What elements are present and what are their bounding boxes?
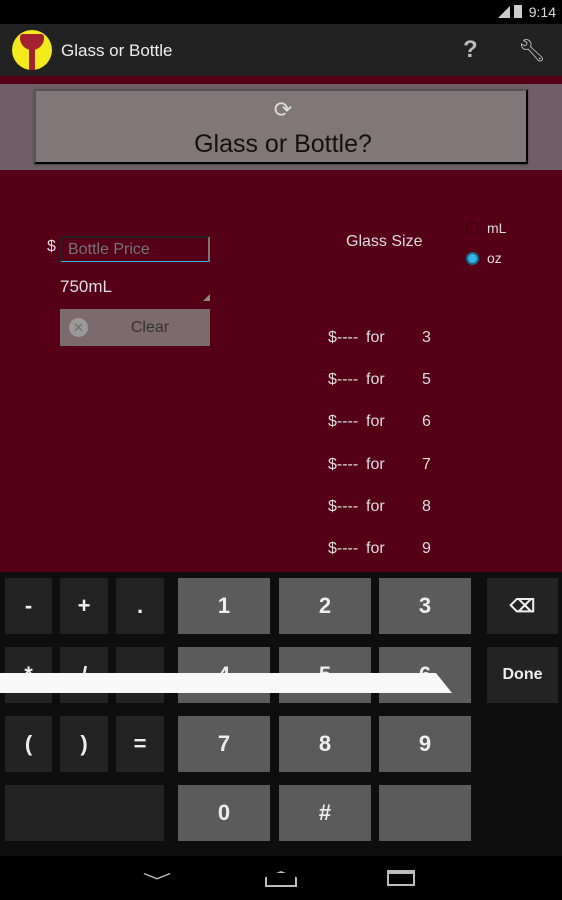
for-label: for bbox=[366, 413, 385, 431]
glass-price: $---- bbox=[328, 455, 359, 473]
keyboard-key[interactable]: . bbox=[116, 578, 164, 634]
glass-size: 7 bbox=[422, 455, 431, 473]
glass-size-label: Glass Size bbox=[346, 233, 423, 250]
clear-button[interactable]: ✕ Clear bbox=[60, 309, 210, 346]
main-button-title: Glass or Bottle? bbox=[194, 130, 372, 158]
keyboard-key[interactable]: ( bbox=[5, 716, 52, 772]
bottle-size-spinner[interactable]: 750mL bbox=[60, 277, 210, 301]
glass-price: $---- bbox=[328, 329, 359, 346]
radio-button bbox=[466, 221, 479, 235]
battery-icon bbox=[514, 5, 522, 18]
for-label: for bbox=[366, 497, 385, 515]
spinner-arrow-icon bbox=[203, 294, 210, 301]
app-logo-icon[interactable] bbox=[12, 30, 52, 70]
keyboard-key[interactable]: + bbox=[60, 578, 108, 634]
glass-size: 8 bbox=[422, 497, 431, 515]
action-bar: Glass or Bottle ? 🔧︎ bbox=[0, 24, 562, 76]
nav-bar: ﹀ bbox=[0, 856, 562, 900]
for-label: for bbox=[366, 371, 385, 389]
wrench-icon[interactable]: 🔧︎ bbox=[518, 38, 546, 64]
glass-size: 5 bbox=[422, 371, 431, 389]
glass-size: 3 bbox=[422, 329, 431, 346]
help-icon[interactable]: ? bbox=[463, 36, 478, 64]
clear-icon: ✕ bbox=[69, 318, 88, 337]
backspace-key[interactable]: ⌫ bbox=[487, 578, 558, 634]
keyboard-key[interactable]: # bbox=[279, 785, 371, 841]
keyboard-key[interactable]: - bbox=[5, 578, 52, 634]
keyboard-key[interactable] bbox=[379, 785, 471, 841]
glass-price: $---- bbox=[328, 497, 359, 515]
back-icon[interactable]: ﹀ bbox=[143, 868, 172, 894]
clock: 9:14 bbox=[528, 4, 556, 20]
for-label: for bbox=[366, 329, 385, 346]
radio-label: mL bbox=[487, 220, 507, 236]
for-label: for bbox=[366, 455, 385, 473]
for-label: for bbox=[366, 540, 385, 557]
app-title: Glass or Bottle bbox=[61, 41, 173, 60]
keyboard-key[interactable]: 0 bbox=[178, 785, 270, 841]
radio-ml[interactable]: mL bbox=[466, 220, 506, 236]
glass-size: 9 bbox=[422, 540, 431, 557]
keyboard-key[interactable]: 1 bbox=[178, 578, 270, 634]
radio-button bbox=[466, 251, 479, 265]
clear-label: Clear bbox=[130, 318, 170, 336]
glass-or-bottle-button[interactable]: ⟳ Glass or Bottle? bbox=[34, 89, 528, 164]
glass-size: 6 bbox=[422, 413, 431, 431]
keyboard-key[interactable]: 9 bbox=[379, 716, 471, 772]
radio-oz[interactable]: oz bbox=[466, 250, 502, 266]
keyboard-key[interactable]: 2 bbox=[279, 578, 371, 634]
bottle-price-input[interactable] bbox=[60, 236, 210, 262]
keyboard-key[interactable]: 8 bbox=[279, 716, 371, 772]
keyboard-key[interactable]: ) bbox=[60, 716, 108, 772]
keyboard-key[interactable]: 7 bbox=[178, 716, 270, 772]
refresh-icon: ⟳ bbox=[273, 97, 293, 122]
radio-label: oz bbox=[487, 250, 502, 266]
status-bar: 9:14 bbox=[0, 0, 562, 24]
keyboard-key[interactable]: = bbox=[116, 716, 164, 772]
glass-price: $---- bbox=[328, 371, 359, 389]
bottle-size-value: 750mL bbox=[60, 277, 112, 296]
overlay-banner bbox=[0, 673, 452, 693]
keyboard-key-blank[interactable] bbox=[5, 785, 164, 841]
home-icon[interactable] bbox=[265, 871, 297, 887]
keyboard-key[interactable]: 3 bbox=[379, 578, 471, 634]
signal-icon bbox=[498, 6, 510, 18]
recent-apps-icon[interactable] bbox=[387, 870, 415, 886]
glass-price: $---- bbox=[328, 413, 359, 431]
currency-symbol: $ bbox=[47, 238, 56, 255]
done-key[interactable]: Done bbox=[487, 647, 558, 703]
glass-price: $---- bbox=[328, 540, 359, 557]
